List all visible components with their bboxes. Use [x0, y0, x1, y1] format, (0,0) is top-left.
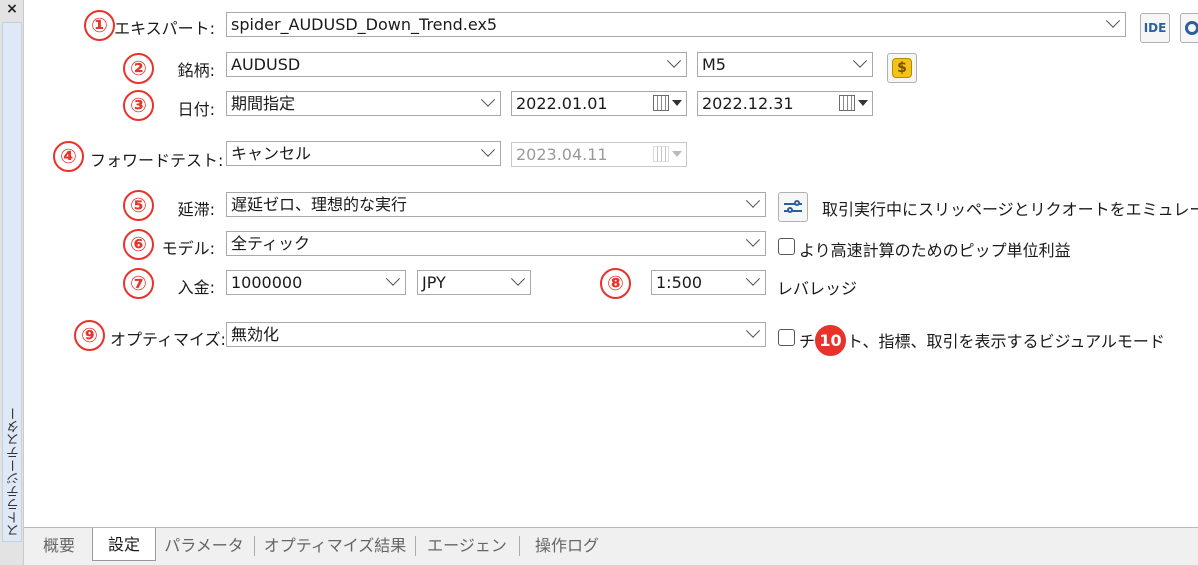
delay-settings-button[interactable]	[778, 192, 808, 222]
delay-label: 延滞:	[177, 200, 215, 219]
pip-profit-label: より高速計算のためのピップ単位利益	[799, 241, 1071, 260]
side-panel-title: ストラテジーテスター	[7, 407, 22, 537]
tab-separator	[519, 536, 520, 556]
optimize-value: 無効化	[231, 325, 280, 344]
expert-label: エキスパート:	[114, 19, 215, 38]
symbol-select[interactable]: AUDUSD	[226, 52, 687, 77]
timeframe-value: M5	[702, 55, 726, 74]
forward-label: フォワードテスト:	[90, 151, 224, 170]
chevron-down-icon	[852, 53, 868, 68]
model-value: 全ティック	[231, 234, 311, 253]
visual-mode-checkbox[interactable]	[778, 329, 795, 346]
timeframe-select[interactable]: M5	[697, 52, 873, 77]
settings-button[interactable]	[1180, 13, 1198, 43]
currency-value: JPY	[422, 273, 446, 292]
calendar-icon[interactable]	[839, 95, 869, 112]
chevron-down-icon	[666, 53, 682, 68]
date-label: 日付:	[177, 100, 215, 119]
expert-value: spider_AUDUSD_Down_Trend.ex5	[231, 15, 498, 34]
delay-select[interactable]: 遅延ゼロ、理想的な実行	[226, 192, 766, 217]
leverage-value: 1:500	[656, 273, 703, 292]
tab-agents[interactable]: エージェント	[422, 531, 512, 561]
side-panel: × ストラテジーテスター	[0, 0, 24, 565]
chevron-down-icon	[1105, 13, 1121, 28]
currency-select[interactable]: JPY	[417, 270, 531, 295]
badge-2: ②	[123, 53, 154, 84]
date-to-value: 2022.12.31	[702, 94, 794, 113]
optimize-label: オプティマイズ:	[110, 330, 226, 349]
date-from-value: 2022.01.01	[516, 94, 608, 113]
date-mode-value: 期間指定	[231, 94, 296, 113]
symbol-label: 銘柄:	[177, 61, 215, 80]
chevron-down-icon	[745, 193, 761, 208]
ide-button[interactable]: IDE	[1140, 13, 1170, 43]
delay-note: 取引実行中にスリッページとリクオートをエミュレートする	[822, 200, 1198, 219]
expert-select[interactable]: spider_AUDUSD_Down_Trend.ex5	[226, 12, 1126, 37]
deposit-value: 1000000	[231, 273, 303, 292]
symbol-value: AUDUSD	[231, 55, 301, 74]
chevron-down-icon	[745, 271, 761, 286]
pip-profit-checkbox[interactable]	[778, 238, 795, 255]
chevron-down-icon	[480, 142, 496, 157]
forward-value: キャンセル	[231, 144, 312, 163]
badge-8: ⑧	[600, 268, 631, 299]
date-mode-select[interactable]: 期間指定	[226, 91, 501, 116]
tab-settings[interactable]: 設定	[92, 528, 156, 561]
tab-journal[interactable]: 操作ログ	[527, 531, 607, 561]
chevron-down-icon	[480, 92, 496, 107]
model-select[interactable]: 全ティック	[226, 231, 766, 256]
tab-parameters[interactable]: パラメータ	[162, 531, 246, 561]
visual-mode-label: チャート、指標、取引を表示するビジュアルモード	[799, 332, 1165, 351]
chevron-down-icon	[745, 323, 761, 338]
coin-icon: $	[892, 58, 912, 78]
optimize-select[interactable]: 無効化	[226, 322, 766, 347]
forward-select[interactable]: キャンセル	[226, 141, 501, 166]
chevron-down-icon	[510, 271, 526, 286]
close-icon[interactable]: ×	[3, 1, 21, 17]
symbol-properties-button[interactable]: $	[887, 53, 917, 83]
tab-separator	[254, 536, 255, 556]
model-label: モデル:	[161, 239, 215, 258]
side-panel-tab[interactable]: ストラテジーテスター	[2, 22, 22, 542]
forward-date-input: 2023.04.11	[511, 142, 687, 167]
badge-3: ③	[123, 90, 154, 121]
tab-optimization-results[interactable]: オプティマイズ結果	[260, 531, 410, 561]
badge-9: ⑨	[74, 320, 105, 351]
chevron-down-icon	[385, 271, 401, 286]
badge-10: 10	[815, 325, 846, 356]
badge-7: ⑦	[123, 268, 154, 299]
deposit-label: 入金:	[177, 278, 215, 297]
tab-bar: 概要 設定 パラメータ オプティマイズ結果 エージェント 操作ログ	[24, 527, 1198, 565]
calendar-icon	[653, 146, 683, 163]
badge-5: ⑤	[123, 190, 154, 221]
ide-button-label: IDE	[1143, 21, 1167, 35]
date-from-input[interactable]: 2022.01.01	[511, 91, 687, 116]
leverage-select[interactable]: 1:500	[651, 270, 766, 295]
delay-value: 遅延ゼロ、理想的な実行	[231, 195, 408, 214]
badge-4: ④	[53, 141, 84, 172]
chevron-down-icon	[745, 232, 761, 247]
calendar-icon[interactable]	[653, 95, 683, 112]
tab-separator	[415, 536, 416, 556]
gear-icon	[1185, 21, 1198, 35]
leverage-label: レバレッジ	[777, 279, 858, 298]
sliders-icon	[784, 200, 802, 214]
tab-overview[interactable]: 概要	[30, 531, 88, 561]
deposit-select[interactable]: 1000000	[226, 270, 406, 295]
forward-date-value: 2023.04.11	[516, 145, 608, 164]
date-to-input[interactable]: 2022.12.31	[697, 91, 873, 116]
